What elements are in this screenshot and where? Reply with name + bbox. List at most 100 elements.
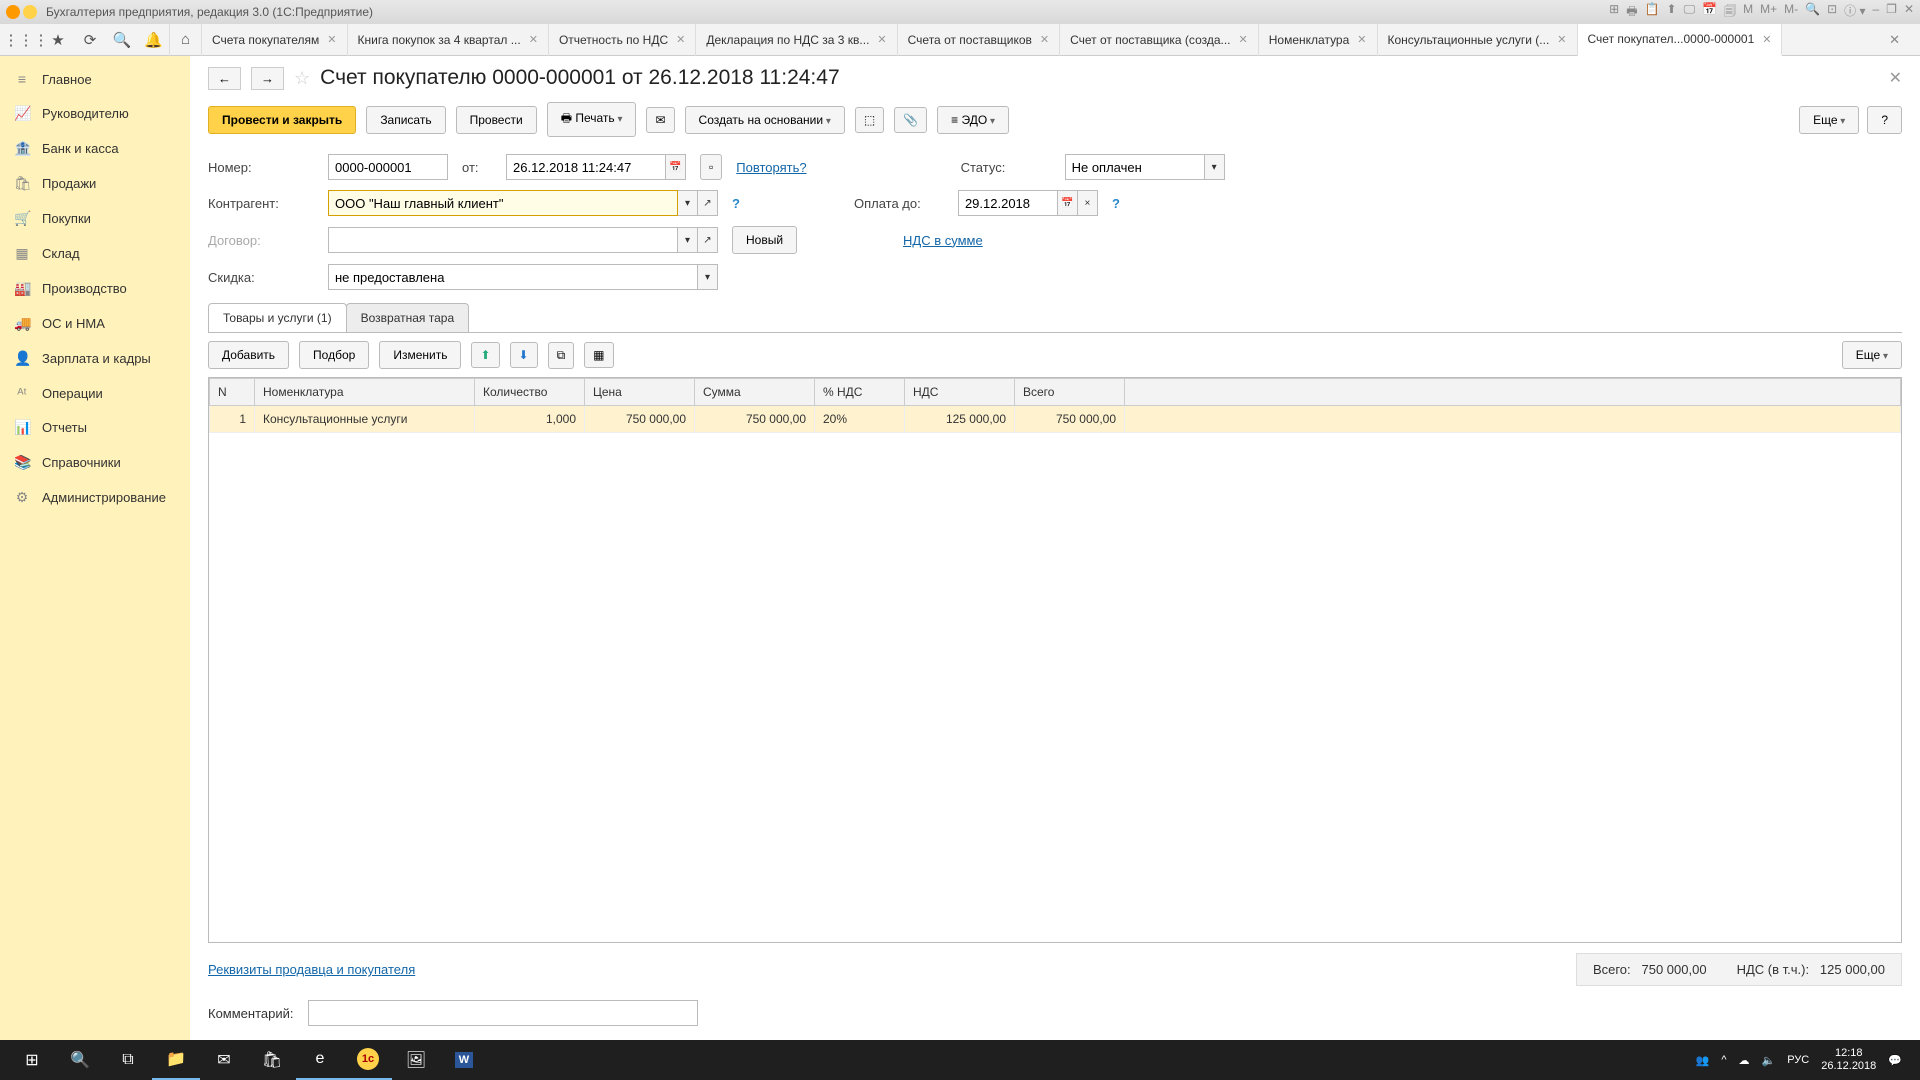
tab-1[interactable]: Книга покупок за 4 квартал ...✕: [348, 24, 549, 56]
sidebar-item-reports[interactable]: 📊Отчеты: [0, 410, 190, 445]
star-icon[interactable]: ★: [42, 24, 74, 56]
tab-3[interactable]: Декларация по НДС за 3 кв...✕: [696, 24, 897, 56]
add-row-button[interactable]: Добавить: [208, 341, 289, 369]
tab-close-icon[interactable]: ✕: [877, 33, 886, 46]
forward-button[interactable]: →: [251, 67, 284, 90]
word-icon[interactable]: W: [440, 1040, 488, 1080]
tab-close-icon[interactable]: ✕: [327, 33, 336, 46]
apps-icon[interactable]: ⋮⋮⋮: [10, 24, 42, 56]
explorer-icon[interactable]: 📁: [152, 1040, 200, 1080]
home-icon[interactable]: ⌂: [170, 24, 202, 56]
subtab-goods[interactable]: Товары и услуги (1): [208, 303, 347, 332]
table-more-button[interactable]: Еще: [1842, 341, 1902, 369]
tab-2[interactable]: Отчетность по НДС✕: [549, 24, 696, 56]
edge-icon[interactable]: e: [296, 1040, 344, 1080]
dropdown-icon[interactable]: ▾: [678, 227, 698, 253]
help-button[interactable]: ?: [1867, 106, 1902, 134]
history-icon[interactable]: ⟳: [74, 24, 106, 56]
more-button[interactable]: Еще: [1799, 106, 1859, 134]
copy-button[interactable]: ⧉: [548, 342, 575, 369]
contract-input[interactable]: [328, 227, 678, 253]
subtab-tare[interactable]: Возвратная тара: [346, 303, 470, 332]
edit-row-button[interactable]: Изменить: [379, 341, 461, 369]
tab-6[interactable]: Номенклатура✕: [1259, 24, 1378, 56]
dropdown-icon[interactable]: ▾: [678, 190, 698, 216]
col-total[interactable]: Всего: [1015, 379, 1125, 406]
search-icon[interactable]: 🔍: [106, 24, 138, 56]
counterparty-input[interactable]: [328, 190, 678, 216]
move-up-button[interactable]: ⬆: [471, 342, 499, 368]
col-n[interactable]: N: [210, 379, 255, 406]
help-icon[interactable]: ?: [732, 196, 740, 211]
date-input[interactable]: [506, 154, 666, 180]
col-vat[interactable]: НДС: [905, 379, 1015, 406]
search-icon[interactable]: 🔍: [56, 1040, 104, 1080]
m-icon[interactable]: M: [1743, 2, 1753, 23]
upload-icon[interactable]: ⬆: [1667, 2, 1677, 23]
tab-4[interactable]: Счета от поставщиков✕: [898, 24, 1060, 56]
sidebar-item-warehouse[interactable]: ▦Склад: [0, 236, 190, 271]
info-icon[interactable]: ⓘ ▾: [1844, 2, 1865, 23]
sidebar-item-production[interactable]: 🏭Производство: [0, 271, 190, 306]
edo-button[interactable]: ≡ ЭДО: [937, 106, 1009, 134]
sidebar-item-references[interactable]: 📚Справочники: [0, 445, 190, 480]
sidebar-item-admin[interactable]: ⚙Администрирование: [0, 480, 190, 515]
clock[interactable]: 12:18 26.12.2018: [1821, 1047, 1876, 1073]
discount-select[interactable]: [328, 264, 698, 290]
tab-close-icon[interactable]: ✕: [676, 33, 685, 46]
search-icon[interactable]: 🔍: [1805, 2, 1820, 23]
tab-close-icon[interactable]: ✕: [529, 33, 538, 46]
icon-panel[interactable]: ⊞: [1609, 2, 1619, 23]
email-button[interactable]: ✉: [646, 107, 674, 133]
photos-icon[interactable]: 🖼: [392, 1040, 440, 1080]
number-input[interactable]: [328, 154, 448, 180]
calendar-icon[interactable]: 📅: [1702, 2, 1717, 23]
new-button[interactable]: Новый: [732, 226, 797, 254]
close-all-icon[interactable]: ✕: [1879, 32, 1910, 48]
dropdown-icon[interactable]: ▾: [698, 264, 718, 290]
onedrive-icon[interactable]: ☁: [1739, 1054, 1750, 1067]
print-button[interactable]: 🖶 Печать: [547, 102, 637, 137]
save-button[interactable]: Записать: [366, 106, 445, 134]
comment-input[interactable]: [308, 1000, 698, 1026]
post-close-button[interactable]: Провести и закрыть: [208, 106, 356, 134]
store-icon[interactable]: 🛍: [248, 1040, 296, 1080]
start-icon[interactable]: ⊞: [8, 1040, 56, 1080]
dropdown-icon[interactable]: ▾: [1205, 154, 1225, 180]
col-sum[interactable]: Сумма: [695, 379, 815, 406]
clear-icon[interactable]: ×: [1078, 190, 1098, 216]
seller-details-link[interactable]: Реквизиты продавца и покупателя: [208, 962, 415, 977]
sidebar-item-bank[interactable]: 🏦Банк и касса: [0, 131, 190, 166]
sidebar-item-operations[interactable]: ᴬᵗОперации: [0, 376, 190, 410]
tab-close-icon[interactable]: ✕: [1557, 33, 1566, 46]
paste-button[interactable]: ▦: [584, 342, 613, 368]
tab-0[interactable]: Счета покупателям✕: [202, 24, 348, 56]
sidebar-item-purchases[interactable]: 🛒Покупки: [0, 201, 190, 236]
1c-icon[interactable]: 1c: [344, 1040, 392, 1080]
calendar-icon[interactable]: 📅: [1058, 190, 1078, 216]
pay-until-input[interactable]: [958, 190, 1058, 216]
tab-close-icon[interactable]: ✕: [1239, 33, 1248, 46]
period-button[interactable]: ▫: [700, 154, 722, 180]
vat-link[interactable]: НДС в сумме: [903, 233, 983, 248]
people-icon[interactable]: 👥: [1696, 1054, 1710, 1067]
volume-icon[interactable]: 🔈: [1762, 1054, 1776, 1067]
sidebar-item-os[interactable]: 🚚ОС и НМА: [0, 306, 190, 341]
tab-close-icon[interactable]: ✕: [1762, 33, 1771, 46]
close-pane-icon[interactable]: ✕: [1889, 68, 1902, 88]
print-icon[interactable]: 🖶: [1626, 2, 1637, 23]
create-based-button[interactable]: Создать на основании: [685, 106, 845, 134]
calendar-icon[interactable]: 📅: [666, 154, 686, 180]
taskview-icon[interactable]: ⧉: [104, 1040, 152, 1080]
col-price[interactable]: Цена: [585, 379, 695, 406]
maximize-icon[interactable]: ❐: [1886, 2, 1897, 23]
back-button[interactable]: ←: [208, 67, 241, 90]
help-icon[interactable]: ?: [1112, 196, 1120, 211]
open-icon[interactable]: ↗: [698, 190, 718, 216]
lang-indicator[interactable]: РУС: [1787, 1054, 1809, 1066]
col-qty[interactable]: Количество: [475, 379, 585, 406]
move-down-button[interactable]: ⬇: [510, 342, 538, 368]
tab-close-icon[interactable]: ✕: [1357, 33, 1366, 46]
sidebar-item-manager[interactable]: 📈Руководителю: [0, 96, 190, 131]
bell-icon[interactable]: 🔔: [138, 24, 170, 56]
